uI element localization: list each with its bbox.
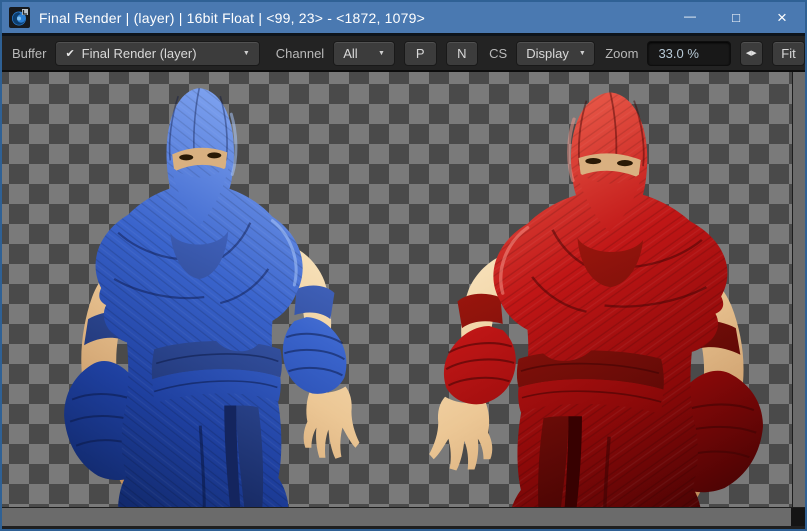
minimize-icon: — — [684, 10, 696, 22]
minimize-button[interactable]: — — [667, 2, 713, 33]
step-right-icon: ▶ — [751, 50, 756, 57]
zoom-input[interactable]: 33.0 % — [647, 41, 730, 66]
window-bottom-edge — [2, 526, 805, 529]
scrollbar-corner — [791, 508, 805, 526]
channel-dropdown[interactable]: All ▼ — [333, 41, 395, 66]
blue-ninja-figure — [64, 88, 359, 507]
toolbar: Buffer ✔ Final Render (layer) ▼ Channel … — [2, 36, 805, 72]
channel-value: All — [343, 46, 357, 61]
p-button[interactable]: P — [404, 41, 437, 66]
chevron-down-icon: ▼ — [233, 50, 250, 57]
render-image — [2, 72, 792, 507]
close-icon: × — [777, 9, 787, 26]
close-button[interactable]: × — [759, 2, 805, 33]
buffer-value: Final Render (layer) — [82, 46, 197, 61]
vertical-scrollbar[interactable] — [792, 72, 805, 507]
buffer-label: Buffer — [12, 46, 46, 61]
display-value: Display — [526, 46, 569, 61]
fit-button[interactable]: Fit — [772, 41, 805, 66]
maximize-icon: □ — [732, 11, 740, 24]
buffer-dropdown[interactable]: ✔ Final Render (layer) ▼ — [55, 41, 259, 66]
titlebar[interactable]: Final Render | (layer) | 16bit Float | <… — [2, 2, 805, 33]
render-window: Final Render | (layer) | 16bit Float | <… — [0, 0, 807, 531]
cs-toggle[interactable]: CS — [489, 46, 507, 61]
display-dropdown[interactable]: Display ▼ — [516, 41, 595, 66]
horizontal-scrollbar[interactable] — [2, 508, 791, 526]
chevron-down-icon: ▼ — [368, 50, 385, 57]
channel-label: Channel — [276, 46, 324, 61]
zoom-label: Zoom — [605, 46, 638, 61]
chevron-down-icon: ▼ — [569, 50, 586, 57]
red-ninja-figure — [429, 92, 763, 507]
zoom-stepper[interactable]: ◀ ▶ — [740, 41, 763, 66]
n-button[interactable]: N — [446, 41, 479, 66]
window-title: Final Render | (layer) | 16bit Float | <… — [39, 10, 667, 26]
app-icon — [9, 7, 30, 28]
checkmark-icon: ✔ — [65, 47, 74, 60]
render-viewport[interactable] — [2, 72, 792, 507]
maximize-button[interactable]: □ — [713, 2, 759, 33]
